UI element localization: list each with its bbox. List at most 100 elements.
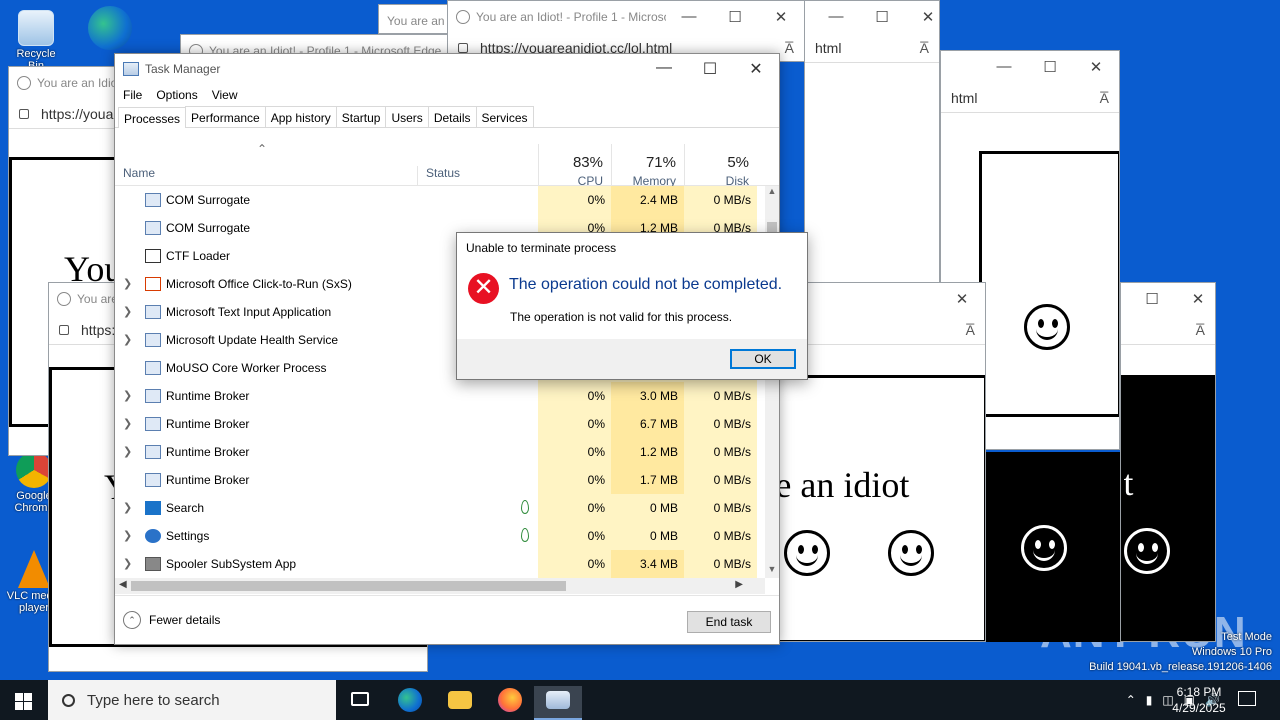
column-status[interactable]: Status [417,166,537,186]
process-name: Microsoft Update Health Service [166,333,339,347]
maximize-icon[interactable]: ☐ [1027,58,1073,76]
expand-chevron-icon[interactable]: ❯ [123,557,132,570]
fewer-details-button[interactable]: ⌃ Fewer details [123,611,220,629]
process-row[interactable]: ❯ Search 0% 0 MB 0 MB/s [115,494,765,522]
column-memory[interactable]: 71% Memory [611,144,684,188]
browser-window[interactable]: ☐ ✕ A̅ You are an idiot [1120,282,1216,642]
address-bar[interactable]: html A̅ [941,83,1119,113]
process-row[interactable]: ❯ Runtime Broker 0% 3.0 MB 0 MB/s [115,382,765,410]
address-bar[interactable]: html A̅ [805,33,939,63]
menu-file[interactable]: File [123,88,142,102]
browser-titlebar[interactable]: ☐ ✕ [1121,283,1215,315]
browser-window[interactable]: You are an Idiot [378,4,458,34]
expand-chevron-icon[interactable]: ❯ [123,277,132,290]
desktop-icon-recycle-bin[interactable]: Recycle Bin [8,10,64,72]
process-row[interactable]: ❯ Settings 0% 0 MB 0 MB/s [115,522,765,550]
notification-icon[interactable] [1238,691,1256,706]
column-cpu[interactable]: 83% CPU [538,144,611,188]
ok-button[interactable]: OK [730,349,796,369]
process-cpu: 0% [538,550,611,578]
process-memory: 1.2 MB [611,438,684,466]
battery-icon[interactable]: ▮ [1146,693,1153,707]
scroll-up-icon[interactable]: ▲ [765,186,779,200]
close-icon[interactable]: ✕ [1073,58,1119,76]
scroll-right-icon[interactable]: ▶ [735,579,743,590]
process-name: COM Surrogate [166,221,251,235]
tab-performance[interactable]: Performance [185,106,266,127]
firefox-icon [498,688,522,712]
tab-startup[interactable]: Startup [335,106,387,127]
scroll-left-icon[interactable]: ◀ [119,579,127,590]
close-icon[interactable]: ✕ [905,8,939,26]
read-aloud-icon[interactable]: A̅ [920,40,929,56]
taskbar-task-manager[interactable] [534,686,582,720]
task-view-button[interactable] [336,686,384,720]
maximize-icon[interactable]: ☐ [859,8,905,26]
maximize-icon[interactable]: ☐ [712,8,758,26]
close-icon[interactable]: ✕ [733,59,779,79]
process-row[interactable]: ❯ Spooler SubSystem App 0% 3.4 MB 0 MB/s [115,550,765,578]
minimize-icon[interactable]: — [981,58,1027,76]
sort-arrow-icon[interactable]: ⌃ [257,142,267,156]
tab-processes[interactable]: Processes [118,107,187,128]
end-task-button[interactable]: End task [687,611,771,633]
expand-chevron-icon[interactable]: ❯ [123,305,132,318]
tab-users[interactable]: Users [385,106,429,127]
desktop-icon-edge[interactable] [82,6,138,52]
minimize-icon[interactable]: — [666,8,712,26]
tab-app-history[interactable]: App history [264,106,337,127]
expand-chevron-icon[interactable]: ❯ [123,501,132,514]
horizontal-scrollbar[interactable]: ◀ ▶ [115,578,765,594]
column-name[interactable]: Name [123,166,155,180]
menu-view[interactable]: View [212,88,238,102]
read-aloud-icon[interactable]: A̅ [1196,322,1205,338]
process-memory: 0 MB [611,494,684,522]
clock-time: 6:18 PM [1176,685,1222,699]
window-controls: — ☐ ✕ [981,58,1119,76]
clock[interactable]: 6:18 PM 4/29/2025 [1160,684,1238,716]
browser-titlebar[interactable]: — ☐ ✕ [941,51,1119,83]
taskbar-firefox[interactable] [486,686,534,720]
browser-titlebar[interactable]: You are an Idiot! - Profile 1 - Microsof… [448,1,804,33]
process-row[interactable]: ❯ Runtime Broker 0% 1.2 MB 0 MB/s [115,438,765,466]
process-row[interactable]: COM Surrogate 0% 2.4 MB 0 MB/s [115,186,765,214]
close-icon[interactable]: ✕ [1175,290,1215,308]
browser-titlebar[interactable]: ✕ [777,283,985,315]
expand-chevron-icon[interactable]: ❯ [123,417,132,430]
column-disk[interactable]: 5% Disk [684,144,757,188]
error-dialog[interactable]: Unable to terminate process ✕ The operat… [456,232,808,380]
process-row[interactable]: ❯ Runtime Broker 0% 6.7 MB 0 MB/s [115,410,765,438]
read-aloud-icon[interactable]: A̅ [785,40,794,56]
expand-chevron-icon[interactable]: ❯ [123,389,132,402]
show-hidden-icons[interactable]: ⌃ [1126,693,1136,707]
tab-details[interactable]: Details [427,106,477,127]
start-button[interactable] [0,680,48,720]
scroll-thumb[interactable] [131,581,566,591]
idiot-page: You are an idiot [777,375,985,641]
minimize-icon[interactable]: — [813,8,859,26]
menu-options[interactable]: Options [156,88,197,102]
address-bar[interactable]: A̅ [777,315,985,345]
process-row[interactable]: Runtime Broker 0% 1.7 MB 0 MB/s [115,466,765,494]
scroll-down-icon[interactable]: ▼ [765,564,779,578]
task-manager-titlebar[interactable]: Task Manager — ☐ ✕ [115,54,779,84]
maximize-icon[interactable]: ☐ [687,59,733,79]
expand-chevron-icon[interactable]: ❯ [123,445,132,458]
expand-chevron-icon[interactable]: ❯ [123,529,132,542]
address-bar[interactable]: A̅ [1121,315,1215,345]
read-aloud-icon[interactable]: A̅ [966,322,975,338]
taskbar-file-explorer[interactable] [436,686,484,720]
read-aloud-icon[interactable]: A̅ [1100,90,1109,106]
browser-titlebar[interactable]: You are an Idiot [379,5,457,33]
close-icon[interactable]: ✕ [758,8,804,26]
browser-titlebar[interactable]: — ☐ ✕ [805,1,939,33]
tab-services[interactable]: Services [475,106,534,127]
taskbar-search-box[interactable]: Type here to search [48,680,336,720]
expand-chevron-icon[interactable]: ❯ [123,333,132,346]
taskbar-edge[interactable] [386,686,434,720]
maximize-icon[interactable]: ☐ [1129,290,1175,308]
close-icon[interactable]: ✕ [939,290,985,308]
process-disk: 0 MB/s [684,522,757,550]
minimize-icon[interactable]: — [641,59,687,79]
dialog-main-instruction: The operation could not be completed. [509,276,783,293]
